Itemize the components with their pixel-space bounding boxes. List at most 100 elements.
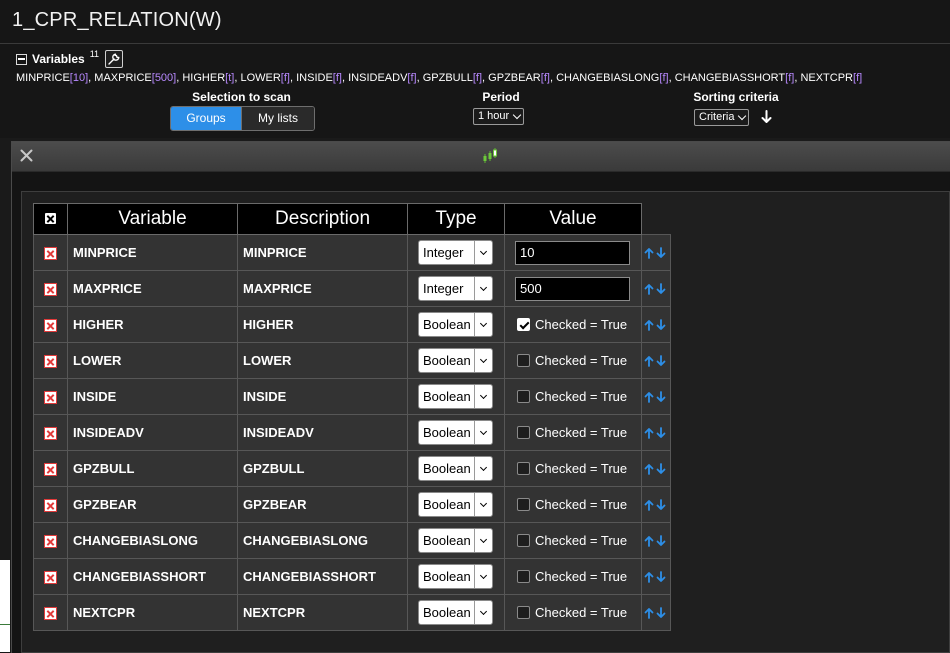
remove-cell (33, 234, 68, 271)
value-checkbox-wrap: Checked = True (517, 533, 641, 548)
summary-var-value: 500 (154, 72, 174, 84)
remove-cell (33, 270, 68, 307)
summary-var-name: GPZBEAR (488, 72, 541, 84)
summary-item: CHANGEBIASLONG[f], (556, 72, 675, 84)
type-cell: Boolean (407, 378, 505, 415)
summary-item: CHANGEBIASSHORT[f], (674, 72, 801, 84)
remove-cell (33, 306, 68, 343)
clear-all-icon[interactable] (45, 213, 56, 225)
value-checkbox[interactable] (517, 354, 530, 367)
summary-var-name: GPZBULL (422, 72, 473, 84)
move-cell (641, 414, 671, 451)
type-select[interactable]: Boolean (418, 564, 493, 589)
remove-icon[interactable] (44, 319, 57, 333)
value-checkbox-label: Checked = True (535, 605, 628, 620)
move-cell (641, 234, 671, 271)
move-up-down-icon[interactable] (642, 390, 670, 403)
type-select[interactable]: Integer (418, 276, 493, 301)
move-up-down-icon[interactable] (642, 462, 670, 475)
value-input[interactable]: 10 (515, 240, 630, 265)
tab-groups[interactable]: Groups (171, 107, 241, 130)
remove-icon[interactable] (44, 499, 57, 513)
remove-icon[interactable] (44, 283, 57, 297)
close-icon[interactable] (20, 149, 33, 162)
type-select[interactable]: Boolean (418, 348, 493, 373)
title-divider (0, 43, 950, 44)
remove-icon[interactable] (44, 607, 57, 621)
value-cell: Checked = True (504, 558, 642, 595)
value-input[interactable]: 500 (515, 276, 630, 301)
table-row: CHANGEBIASSHORT CHANGEBIASSHORT Boolean Che… (33, 558, 671, 595)
type-select[interactable]: Boolean (418, 384, 493, 409)
type-select[interactable]: Boolean (418, 420, 493, 445)
variable-description: MAXPRICE (237, 270, 408, 307)
type-cell: Boolean (407, 414, 505, 451)
move-up-down-icon[interactable] (642, 426, 670, 439)
remove-icon[interactable] (44, 391, 57, 405)
table-row: GPZBULL GPZBULL Boolean Checked = True (33, 450, 671, 487)
table-row: INSIDE INSIDE Boolean Checked = True (33, 378, 671, 415)
move-up-down-icon[interactable] (642, 318, 670, 331)
summary-item: MINPRICE[10], (16, 72, 95, 84)
type-cell: Integer (407, 270, 505, 307)
variable-description: HIGHER (237, 306, 408, 343)
move-up-down-icon[interactable] (642, 534, 670, 547)
value-cell: 500 (504, 270, 642, 307)
move-up-down-icon[interactable] (642, 498, 670, 511)
variable-summary-line: MINPRICE[10], MAXPRICE[500], HIGHER[t], … (16, 72, 862, 84)
type-value: Boolean (423, 389, 471, 404)
value-cell: 10 (504, 234, 642, 271)
collapse-minus-icon[interactable] (16, 53, 27, 65)
type-cell: Boolean (407, 522, 505, 559)
value-checkbox[interactable] (517, 606, 530, 619)
value-checkbox[interactable] (517, 426, 530, 439)
type-select[interactable]: Boolean (418, 492, 493, 517)
edit-variables-button[interactable] (105, 50, 124, 68)
tab-my-lists[interactable]: My lists (241, 107, 314, 130)
remove-icon[interactable] (44, 571, 57, 585)
value-cell: Checked = True (504, 486, 642, 523)
type-cell: Boolean (407, 450, 505, 487)
header-value: Value (504, 203, 642, 235)
table-row: CHANGEBIASLONG CHANGEBIASLONG Boolean Check… (33, 522, 671, 559)
summary-var-name: INSIDE (296, 72, 333, 84)
type-select[interactable]: Boolean (418, 528, 493, 553)
period-select[interactable]: 1 hour (473, 108, 525, 125)
remove-cell (33, 558, 68, 595)
value-checkbox-wrap: Checked = True (517, 461, 641, 476)
move-up-down-icon[interactable] (642, 246, 670, 259)
chevron-down-icon (512, 110, 522, 120)
value-checkbox[interactable] (517, 570, 530, 583)
value-checkbox[interactable] (517, 318, 530, 331)
table-header-row: Variable Description Type Value (33, 203, 671, 235)
remove-icon[interactable] (44, 247, 57, 261)
value-checkbox[interactable] (517, 534, 530, 547)
move-up-down-icon[interactable] (642, 282, 670, 295)
type-select[interactable]: Boolean (418, 456, 493, 481)
move-up-down-icon[interactable] (642, 354, 670, 367)
type-select[interactable]: Boolean (418, 312, 493, 337)
arrow-down-icon[interactable] (761, 110, 772, 124)
type-select[interactable]: Boolean (418, 600, 493, 625)
remove-icon[interactable] (44, 355, 57, 369)
remove-icon[interactable] (44, 427, 57, 441)
summary-var-name: HIGHER (182, 72, 226, 84)
remove-icon[interactable] (44, 463, 57, 477)
move-cell (641, 378, 671, 415)
value-checkbox[interactable] (517, 498, 530, 511)
remove-icon[interactable] (44, 535, 57, 549)
type-select[interactable]: Integer (418, 240, 493, 265)
value-cell: Checked = True (504, 306, 642, 343)
table-row: MAXPRICE MAXPRICE Integer 500 (33, 270, 671, 307)
value-checkbox[interactable] (517, 390, 530, 403)
move-cell (641, 558, 671, 595)
table-row: LOWER LOWER Boolean Checked = True (33, 342, 671, 379)
move-up-down-icon[interactable] (642, 606, 670, 619)
sorting-criteria-select[interactable]: Criteria (694, 109, 750, 126)
selection-tabs: Groups My lists (170, 106, 315, 131)
dialog-titlebar[interactable] (12, 142, 950, 172)
summary-item: MAXPRICE[500], (94, 72, 183, 84)
move-up-down-icon[interactable] (642, 570, 670, 583)
value-checkbox[interactable] (517, 462, 530, 475)
summary-var-name: CHANGEBIASLONG (556, 72, 660, 84)
